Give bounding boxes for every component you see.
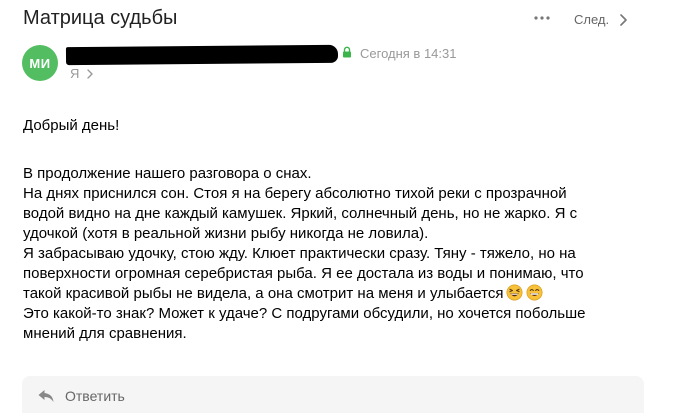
body-line: Добрый день! xyxy=(23,117,120,134)
body-line: водой видно на дне каждый камушек. Яркий… xyxy=(23,205,578,222)
recipient-label: Я xyxy=(70,66,80,81)
more-horizontal-icon xyxy=(534,16,550,20)
body-line: В продолжение нашего разговора о снах. xyxy=(23,165,312,182)
next-email-label: След. xyxy=(574,12,610,27)
next-email-button[interactable]: След. xyxy=(574,10,627,30)
email-date: Сегодня в 14:31 xyxy=(360,46,457,61)
sender-initials: МИ xyxy=(29,55,51,71)
sender-header: МИ Сегодня в 14:31 Я xyxy=(0,38,679,88)
email-view: Матрица судьбы След. МИ Сегодня в 14:31 … xyxy=(0,0,679,413)
body-line: Это какой-то знак? Может к удаче? С подр… xyxy=(23,305,586,322)
sender-avatar[interactable]: МИ xyxy=(22,45,58,81)
sender-name[interactable] xyxy=(65,44,339,66)
more-actions-button[interactable] xyxy=(531,8,553,28)
reply-arrow-icon xyxy=(38,390,54,402)
recipient-toggle[interactable]: Я xyxy=(70,66,94,82)
body-line-with-emoji: такой красивой рыбы не видела, а она смо… xyxy=(23,284,663,304)
chevron-right-icon xyxy=(620,14,627,26)
subject-bar: Матрица судьбы След. xyxy=(0,0,679,36)
body-line: На днях приснился сон. Стоя я на берегу … xyxy=(23,185,567,202)
laughing-face-emoji xyxy=(506,284,523,301)
body-line-text: такой красивой рыбы не видела, а она смо… xyxy=(23,285,504,302)
reply-box[interactable]: Ответить xyxy=(22,376,644,413)
grinning-face-emoji xyxy=(526,284,543,301)
body-line: поверхности огромная серебристая рыба. Я… xyxy=(23,265,584,282)
body-line: удочкой (хотя в реальной жизни рыбу нико… xyxy=(23,225,429,242)
reply-placeholder: Ответить xyxy=(65,388,125,404)
chevron-right-icon xyxy=(87,69,94,79)
email-subject: Матрица судьбы xyxy=(23,7,178,29)
body-line: Я забрасываю удочку, стою жду. Клюет пра… xyxy=(23,245,576,262)
main-paragraph: В продолжение нашего разговора о снах. Н… xyxy=(23,164,663,344)
lock-icon xyxy=(343,46,351,58)
body-line: мнений для сравнения. xyxy=(23,325,187,342)
email-body: Добрый день! В продолжение нашего разгов… xyxy=(23,116,663,344)
redacted-sender-mark xyxy=(65,44,339,66)
greeting-paragraph: Добрый день! xyxy=(23,116,663,136)
